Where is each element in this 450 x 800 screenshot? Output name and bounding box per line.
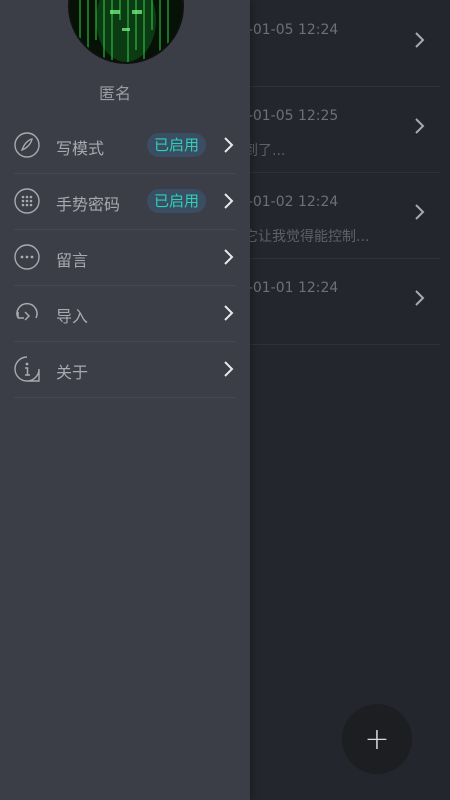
matrix-face-image [70, 0, 182, 62]
chevron-right-icon [415, 290, 425, 306]
feather-icon [14, 132, 40, 158]
screen: 20-01-05 12:24 20-01-05 12:25 李到了... 20-… [0, 0, 450, 800]
username-label: 匿名 [98, 84, 131, 103]
chevron-right-icon [224, 137, 234, 153]
dot-grid-icon [14, 188, 40, 214]
chevron-right-icon [224, 361, 234, 377]
menu-item-label: 写模式 [56, 139, 105, 158]
entry-snippet: 白它让我觉得能控制... [230, 229, 370, 245]
chevron-right-icon [224, 249, 234, 265]
import-icon [16, 302, 38, 321]
menu-item-about[interactable]: 关于 [14, 342, 236, 398]
plus-icon: + [364, 721, 390, 757]
menu-item-import[interactable]: 导入 [14, 286, 236, 342]
navigation-drawer: 匿名 写模式 已启用 手势密码 已启用 留言 导入 关于 [0, 0, 250, 800]
menu-item-message[interactable]: 留言 [14, 230, 236, 286]
chevron-right-icon [415, 204, 425, 220]
ellipsis-icon [14, 244, 40, 270]
chevron-right-icon [415, 32, 425, 48]
menu-item-label: 关于 [56, 363, 89, 382]
menu-item-label: 手势密码 [56, 195, 121, 214]
menu-item-label: 留言 [56, 251, 89, 270]
add-entry-button[interactable]: + [342, 704, 412, 774]
status-badge: 已启用 [147, 133, 207, 157]
avatar[interactable] [68, 0, 184, 64]
chevron-right-icon [224, 193, 234, 209]
drawer-menu: 写模式 已启用 手势密码 已启用 留言 导入 关于 [0, 118, 250, 398]
info-icon [14, 356, 40, 382]
menu-item-gesture-password[interactable]: 手势密码 已启用 [14, 174, 236, 230]
chevron-right-icon [415, 118, 425, 134]
menu-item-write-mode[interactable]: 写模式 已启用 [14, 118, 236, 174]
menu-item-label: 导入 [56, 307, 89, 326]
status-badge: 已启用 [147, 189, 207, 213]
chevron-right-icon [224, 305, 234, 321]
